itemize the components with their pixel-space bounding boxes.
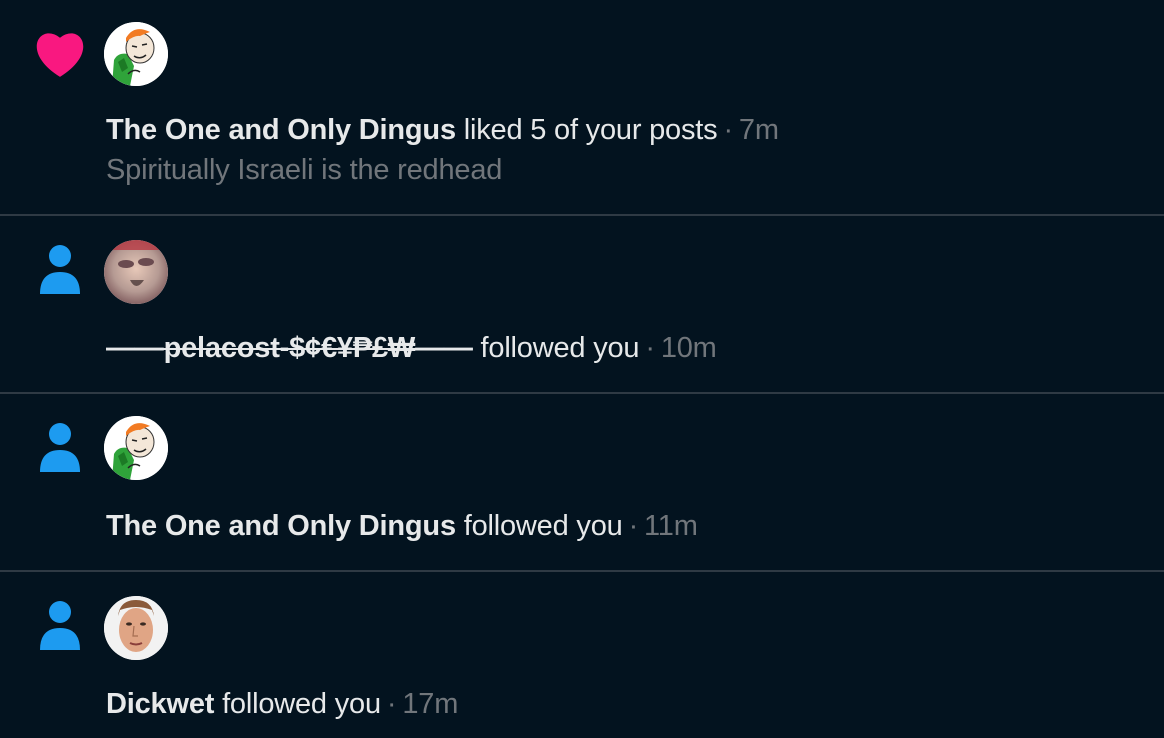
separator-dot: · [628, 510, 639, 542]
heart-icon [30, 28, 90, 88]
notification-item-like[interactable]: The One and Only Dingus liked 5 of your … [0, 0, 1164, 216]
user-name[interactable]: The One and Only Dingus [106, 510, 456, 542]
notification-text: The One and Only Dingus liked 5 of your … [106, 113, 779, 147]
separator-dot: · [645, 332, 655, 364]
timestamp: 11m [644, 510, 698, 542]
avatar[interactable] [104, 596, 168, 660]
avatar[interactable] [104, 240, 168, 304]
separator-dot: · [723, 114, 733, 146]
timestamp: 10m [660, 332, 717, 364]
person-icon [30, 244, 90, 304]
person-icon [30, 422, 90, 482]
person-icon [30, 600, 90, 660]
notification-item-follow[interactable]: Dickwet followed you · 17m [0, 572, 1164, 738]
separator-dot: · [386, 688, 397, 720]
blurry-face-avatar [104, 240, 168, 304]
avatar[interactable] [104, 416, 168, 480]
action-text: followed you [463, 510, 623, 542]
user-name[interactable]: The One and Only Dingus [106, 114, 456, 146]
man-face-avatar [104, 596, 168, 660]
user-name[interactable]: ——pelacost-$¢€¥₱£₩—— [106, 332, 473, 364]
timestamp: 17m [402, 688, 459, 720]
notification-item-follow[interactable]: ——pelacost-$¢€¥₱£₩—— followed you · 10m [0, 216, 1164, 394]
notification-text: The One and Only Dingus followed you · 11m [106, 509, 698, 543]
action-text: followed you [480, 332, 640, 364]
cartoon-redhead-avatar [104, 416, 168, 480]
notification-text: Dickwet followed you · 17m [106, 687, 458, 721]
post-preview[interactable]: Spiritually Israeli is the redhead [106, 153, 502, 187]
cartoon-redhead-avatar [104, 22, 168, 86]
action-text: liked 5 of your posts [463, 114, 718, 146]
notifications-feed: The One and Only Dingus liked 5 of your … [0, 0, 1164, 738]
avatar[interactable] [104, 22, 168, 86]
action-text: followed you [222, 688, 381, 720]
notification-text: ——pelacost-$¢€¥₱£₩—— followed you · 10m [106, 331, 717, 365]
user-name[interactable]: Dickwet [106, 688, 214, 720]
timestamp: 7m [738, 114, 779, 146]
notification-item-follow[interactable]: The One and Only Dingus followed you · 11m [0, 394, 1164, 572]
